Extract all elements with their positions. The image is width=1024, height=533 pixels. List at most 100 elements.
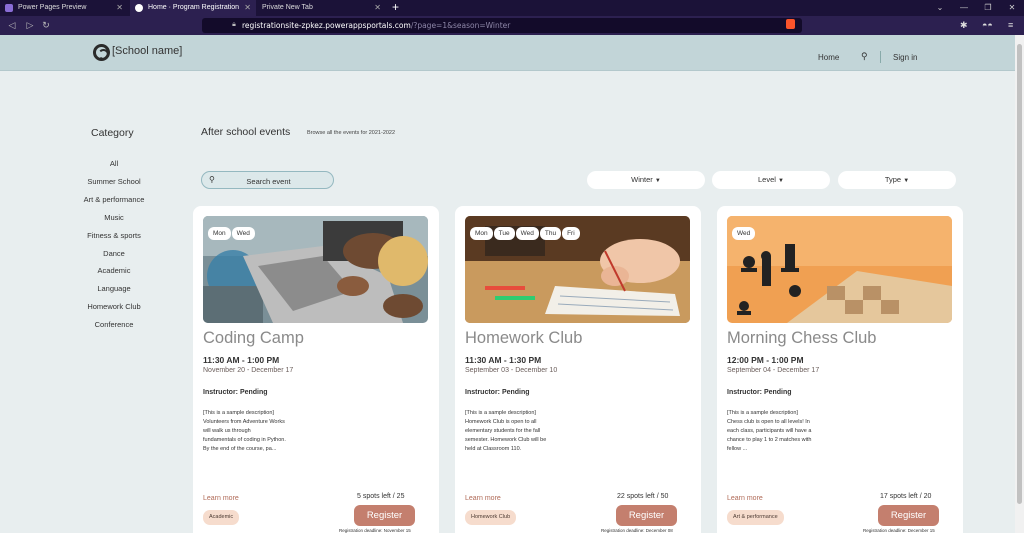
url-host: registrationsite-zpkez.powerappsportals.… (242, 21, 411, 30)
browser-tab-power-pages[interactable]: Power Pages Preview ✕ (0, 0, 128, 16)
url-text: registrationsite-zpkez.powerappsportals.… (242, 18, 510, 33)
weekday-badge: Wed (732, 227, 756, 240)
window-close-icon[interactable]: ✕ (1000, 0, 1024, 16)
browser-tab-program-registration[interactable]: Home · Program Registration ✕ (130, 0, 256, 16)
category-music[interactable]: Music (54, 213, 174, 222)
brave-shields-icon[interactable] (786, 19, 795, 29)
close-tab-icon[interactable]: ✕ (116, 0, 123, 16)
weekday-badge: Thu (539, 227, 562, 240)
browser-tab-private-new-tab[interactable]: Private New Tab ✕ (258, 0, 386, 16)
category-summer-school[interactable]: Summer School (54, 177, 174, 186)
category-all[interactable]: All (54, 159, 174, 168)
event-card-homework-club: Mon Tue Wed Thu Fri Homework Club 11:30 AM -… (455, 206, 701, 533)
event-image-chess: Wed (727, 216, 952, 323)
close-tab-icon[interactable]: ✕ (244, 0, 251, 16)
event-time: 11:30 AM - 1:30 PM (465, 355, 542, 365)
weekday-badge: Tue (493, 227, 515, 240)
spots-left: 17 spots left / 20 (880, 493, 932, 500)
caret-down-icon: ▼ (654, 178, 661, 184)
season-filter-dropdown[interactable]: Winter ▼ (587, 171, 705, 189)
weekday-badge: Fri (562, 227, 580, 240)
url-field[interactable]: 🔒︎ registrationsite-zpkez.powerappsporta… (202, 18, 802, 33)
registration-deadline: Registration deadline: November 15 (339, 528, 411, 533)
event-image-homework: Mon Tue Wed Thu Fri (465, 216, 690, 323)
category-academic[interactable]: Academic (54, 266, 174, 275)
spots-left: 22 spots left / 50 (617, 493, 669, 500)
level-filter-label: Level (758, 175, 776, 184)
event-description: [This is a sample description] Homework … (465, 410, 547, 452)
page-subtitle: Browse all the events for 2021-2022 (307, 130, 396, 136)
extensions-icon[interactable]: ✱ (960, 20, 970, 30)
registration-deadline: Registration deadline: December 15 (863, 528, 935, 533)
weekday-badge: Mon (470, 227, 493, 240)
learn-more-link[interactable]: Learn more (465, 495, 501, 502)
caret-down-icon: ▼ (778, 178, 784, 184)
scrollbar-thumb[interactable] (1017, 44, 1022, 504)
category-homework-club[interactable]: Homework Club (54, 302, 174, 311)
event-title: Morning Chess Club (727, 329, 877, 347)
event-description: [This is a sample description] Volunteer… (203, 410, 286, 452)
restore-icon[interactable]: ❐ (976, 0, 1000, 16)
register-button[interactable]: Register (616, 505, 677, 526)
event-instructor: Instructor: Pending (465, 389, 530, 396)
event-description: [This is a sample description] Chess clu… (727, 410, 812, 452)
event-card-morning-chess-club: Wed Morning Chess Club 12:00 PM - 1:00 P… (717, 206, 963, 533)
event-instructor: Instructor: Pending (203, 389, 268, 396)
close-tab-icon[interactable]: ✕ (374, 0, 381, 16)
weekday-badge: Wed (515, 227, 539, 240)
weekday-badge: Wed (231, 227, 255, 240)
globe-icon (135, 4, 143, 12)
back-icon[interactable]: ◁ (6, 19, 18, 31)
category-tag: Art & performance (727, 510, 784, 525)
event-title: Homework Club (465, 329, 583, 347)
category-tag: Academic (203, 510, 240, 525)
tab-search-icon[interactable]: ⌄ (928, 0, 952, 16)
category-fitness-sports[interactable]: Fitness & sports (54, 231, 174, 240)
nav-home-link[interactable]: Home (818, 53, 839, 62)
tab-title: Power Pages Preview (18, 4, 87, 11)
event-time: 11:30 AM - 1:00 PM (203, 355, 280, 365)
spots-left: 5 spots left / 25 (357, 493, 405, 500)
type-filter-label: Type (884, 175, 902, 184)
event-dates: September 03 - December 10 (465, 367, 558, 374)
url-path: /?page=1&season=Winter (410, 21, 511, 30)
weekday-badges: Mon Wed (208, 222, 256, 240)
season-filter-value: Winter (631, 175, 653, 184)
minimize-icon[interactable]: — (952, 0, 976, 16)
category-dance[interactable]: Dance (54, 249, 174, 258)
search-icon[interactable]: ⚲ (861, 51, 868, 62)
caret-down-icon: ▼ (903, 178, 910, 184)
learn-more-link[interactable]: Learn more (203, 495, 239, 502)
forward-icon[interactable]: ▷ (24, 19, 36, 31)
school-name[interactable]: [School name] (112, 45, 182, 57)
tab-title: Private New Tab (262, 4, 313, 11)
category-language[interactable]: Language (54, 284, 174, 293)
event-dates: November 20 - December 17 (203, 367, 294, 374)
search-input[interactable]: ⚲ Search event (201, 171, 334, 189)
search-placeholder: Search event (246, 177, 291, 186)
category-title: Category (91, 127, 134, 139)
weekday-badge: Mon (208, 227, 231, 240)
menu-icon[interactable]: ≡ (1008, 20, 1018, 30)
learn-more-link[interactable]: Learn more (727, 495, 763, 502)
event-dates: September 04 - December 17 (727, 367, 820, 374)
power-pages-icon (5, 4, 13, 12)
new-tab-button[interactable]: + (392, 0, 399, 15)
type-filter-dropdown[interactable]: Type ▼ (838, 171, 956, 189)
category-art-performance[interactable]: Art & performance (54, 195, 174, 204)
reload-icon[interactable]: ↻ (40, 19, 52, 31)
school-logo-icon[interactable] (93, 44, 110, 61)
event-card-coding-camp: Mon Wed Coding Camp 11:30 AM - 1:00 PM No… (193, 206, 439, 533)
sign-in-link[interactable]: Sign in (893, 53, 917, 62)
category-conference[interactable]: Conference (54, 320, 174, 329)
event-image-laptop: Mon Wed (203, 216, 428, 323)
register-button[interactable]: Register (354, 505, 415, 526)
browser-tab-bar: Power Pages Preview ✕ Home · Program Reg… (0, 0, 1024, 16)
level-filter-dropdown[interactable]: Level ▼ (712, 171, 830, 189)
tab-title: Home · Program Registration (148, 4, 240, 11)
private-profile-icon[interactable]: ◓◓ (982, 20, 998, 30)
register-button[interactable]: Register (878, 505, 939, 526)
lock-icon: 🔒︎ (232, 21, 236, 28)
event-title: Coding Camp (203, 329, 304, 347)
site-header: [School name] Home ⚲ Sign in (0, 35, 1015, 71)
